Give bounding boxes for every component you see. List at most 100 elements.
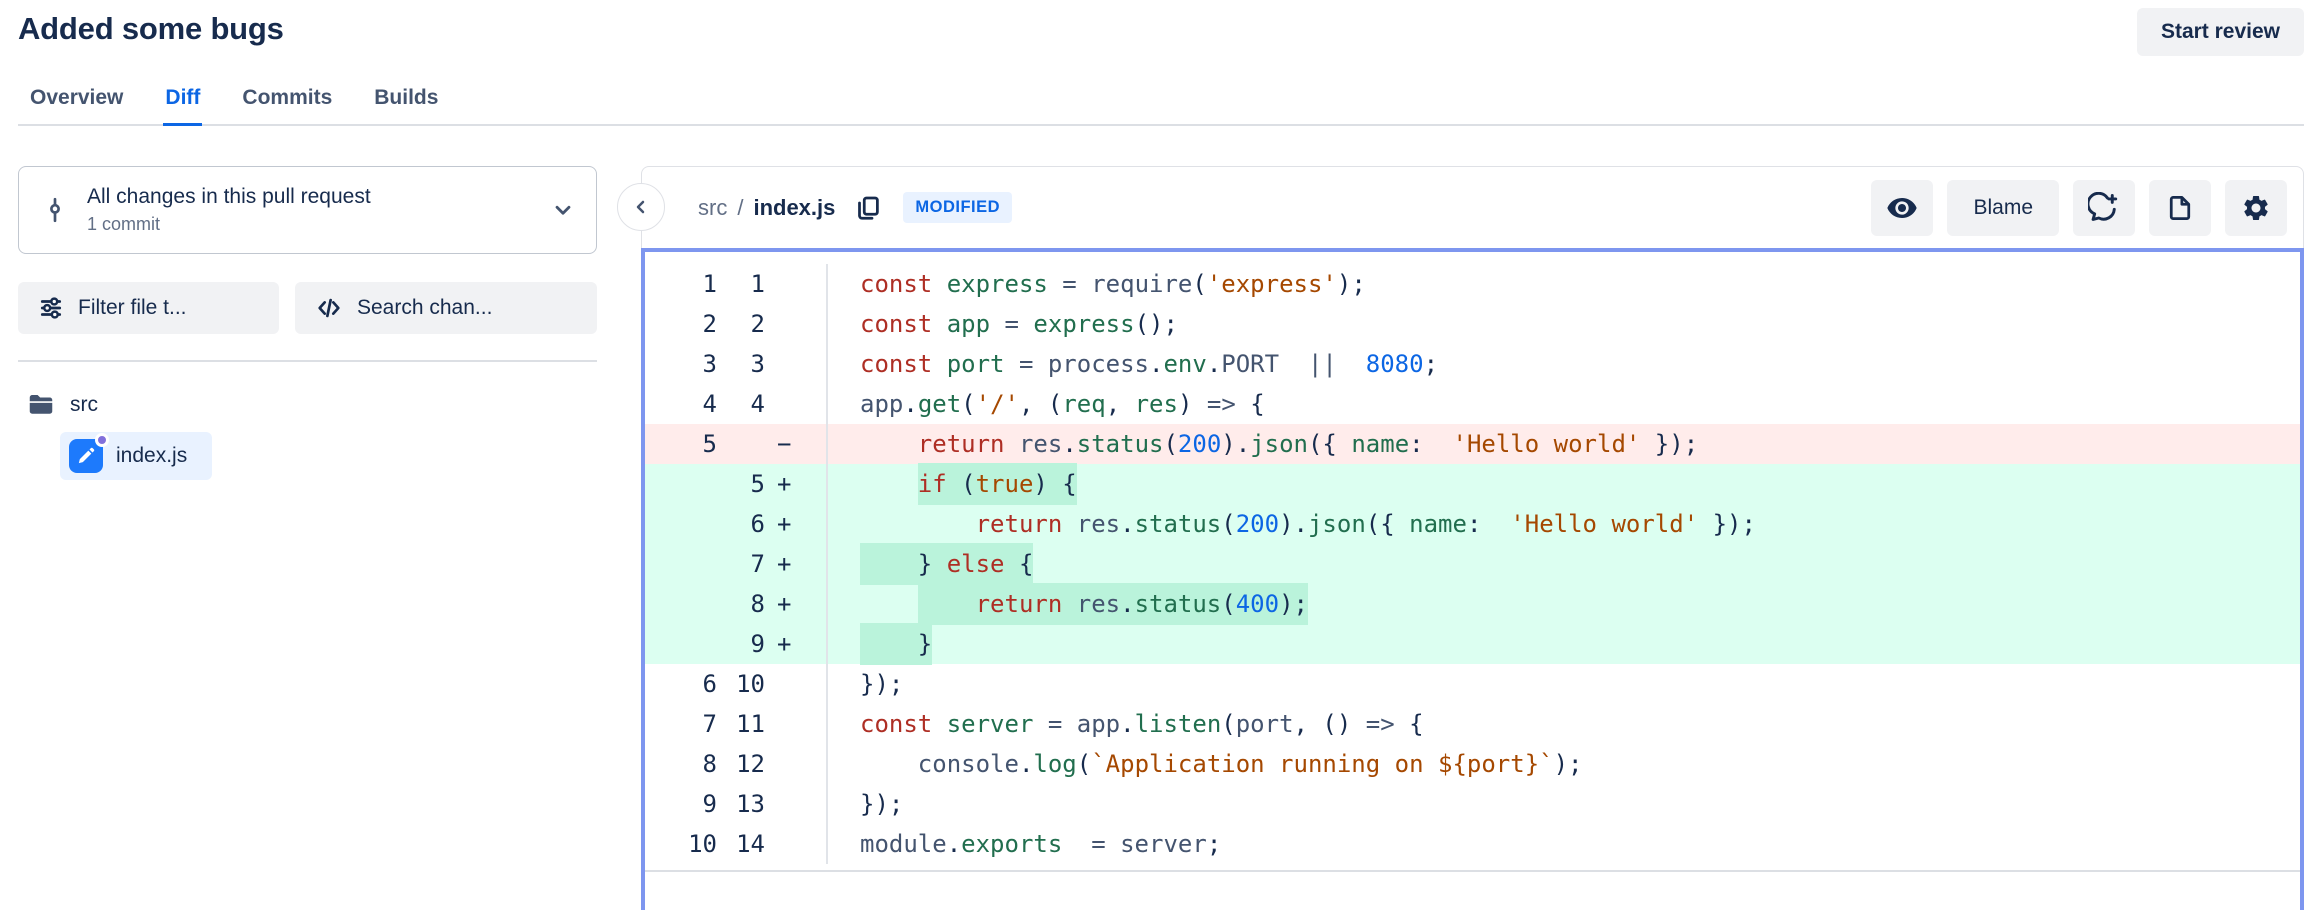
tree-folder-label: src (70, 393, 98, 417)
old-line-number: 9 (645, 784, 717, 824)
old-line-number (645, 544, 717, 584)
tab-overview[interactable]: Overview (28, 80, 125, 126)
change-marker: + (765, 584, 826, 624)
code-line[interactable]: 1014module.exports = server; (645, 824, 2300, 864)
code-text: } else { (828, 544, 2300, 584)
code-text: const app = express(); (828, 304, 2300, 344)
code-text: const port = process.env.PORT || 8080; (828, 344, 2300, 384)
view-file-button[interactable] (2149, 180, 2211, 236)
code-line[interactable]: 44app.get('/', (req, res) => { (645, 384, 2300, 424)
tree-folder-src[interactable]: src (18, 386, 597, 424)
line-gutter: 44 (645, 384, 828, 424)
pull-request-page: Added some bugs Start review Overview Dif… (0, 0, 2322, 910)
code-line[interactable]: 9+ } (645, 624, 2300, 664)
old-line-number (645, 504, 717, 544)
copy-path-button[interactable] (853, 193, 883, 223)
filter-file-type-button[interactable]: Filter file t... (18, 282, 279, 334)
code-line[interactable]: 8+ return res.status(400); (645, 584, 2300, 624)
line-gutter: 5+ (645, 464, 828, 504)
code-line[interactable]: 11const express = require('express'); (645, 264, 2300, 304)
tab-builds[interactable]: Builds (372, 80, 440, 126)
code-line[interactable]: 610}); (645, 664, 2300, 704)
code-line[interactable]: 812 console.log(`Application running on … (645, 744, 2300, 784)
tab-commits[interactable]: Commits (240, 80, 334, 126)
change-marker (765, 304, 826, 344)
change-marker (765, 784, 826, 824)
old-line-number: 7 (645, 704, 717, 744)
diff-end-divider (645, 870, 2300, 872)
sidebar-divider (18, 360, 597, 362)
file-modified-icon (69, 439, 103, 473)
old-line-number (645, 464, 717, 504)
new-line-number: 14 (717, 824, 765, 864)
old-line-number: 10 (645, 824, 717, 864)
folder-icon (26, 390, 56, 420)
code-line[interactable]: 22const app = express(); (645, 304, 2300, 344)
search-changes-button[interactable]: Search chan... (295, 282, 597, 334)
new-line-number: 1 (717, 264, 765, 304)
code-text: return res.status(400); (828, 584, 2300, 624)
change-marker: + (765, 504, 826, 544)
changes-scope-selector[interactable]: All changes in this pull request 1 commi… (18, 166, 597, 254)
comment-add-icon (2088, 192, 2120, 224)
line-gutter: 913 (645, 784, 828, 824)
diff-code-area[interactable]: 11const express = require('express');22c… (641, 248, 2304, 910)
breadcrumb-separator: / (737, 195, 743, 221)
code-line[interactable]: 5− return res.status(200).json({ name: '… (645, 424, 2300, 464)
old-line-number: 2 (645, 304, 717, 344)
code-line[interactable]: 913}); (645, 784, 2300, 824)
sidebar: All changes in this pull request 1 commi… (18, 166, 597, 480)
viewed-toggle-button[interactable] (1871, 180, 1933, 236)
commit-icon (41, 196, 69, 224)
change-marker (765, 664, 826, 704)
code-text: const server = app.listen(port, () => { (828, 704, 2300, 744)
change-marker (765, 704, 826, 744)
scope-title: All changes in this pull request (87, 185, 532, 209)
old-line-number: 3 (645, 344, 717, 384)
tab-diff[interactable]: Diff (163, 80, 202, 126)
new-line-number (717, 424, 765, 464)
start-review-button[interactable]: Start review (2137, 8, 2304, 56)
line-gutter: 7+ (645, 544, 828, 584)
change-marker (765, 264, 826, 304)
diff-panel: src / index.js MODIFIED (641, 166, 2304, 910)
breadcrumb-dir: src (698, 195, 727, 221)
change-marker: − (765, 424, 826, 464)
code-line[interactable]: 6+ return res.status(200).json({ name: '… (645, 504, 2300, 544)
code-line[interactable]: 7+ } else { (645, 544, 2300, 584)
copy-icon (853, 193, 883, 223)
change-marker: + (765, 624, 826, 664)
change-marker: + (765, 464, 826, 504)
page-header: Added some bugs Start review (0, 0, 2322, 56)
tree-file-index-js[interactable]: index.js (60, 432, 212, 480)
diff-settings-button[interactable] (2225, 180, 2287, 236)
change-marker (765, 344, 826, 384)
scope-subtitle: 1 commit (87, 214, 532, 235)
old-line-number: 6 (645, 664, 717, 704)
new-line-number: 12 (717, 744, 765, 784)
code-text: if (true) { (828, 464, 2300, 504)
breadcrumb: src / index.js (698, 195, 835, 221)
line-gutter: 610 (645, 664, 828, 704)
line-gutter: 1014 (645, 824, 828, 864)
new-line-number: 8 (717, 584, 765, 624)
code-text: } (828, 624, 2300, 664)
diff-rows: 11const express = require('express');22c… (645, 252, 2300, 864)
new-line-number: 4 (717, 384, 765, 424)
code-line[interactable]: 33 const port = process.env.PORT || 8080; (645, 344, 2300, 384)
collapse-sidebar-button[interactable] (617, 183, 665, 231)
add-comment-button[interactable] (2073, 180, 2135, 236)
line-gutter: 711 (645, 704, 828, 744)
change-marker (765, 384, 826, 424)
code-text: }); (828, 784, 2300, 824)
blame-button[interactable]: Blame (1947, 180, 2059, 236)
code-text: module.exports = server; (828, 824, 2300, 864)
code-brackets-icon (315, 294, 343, 322)
status-badge: MODIFIED (903, 192, 1012, 223)
breadcrumb-file: index.js (753, 195, 835, 221)
code-line[interactable]: 711const server = app.listen(port, () =>… (645, 704, 2300, 744)
new-line-number: 3 (717, 344, 765, 384)
code-line[interactable]: 5+ if (true) { (645, 464, 2300, 504)
file-tree: src index.js (18, 386, 597, 480)
line-gutter: 11 (645, 264, 828, 304)
